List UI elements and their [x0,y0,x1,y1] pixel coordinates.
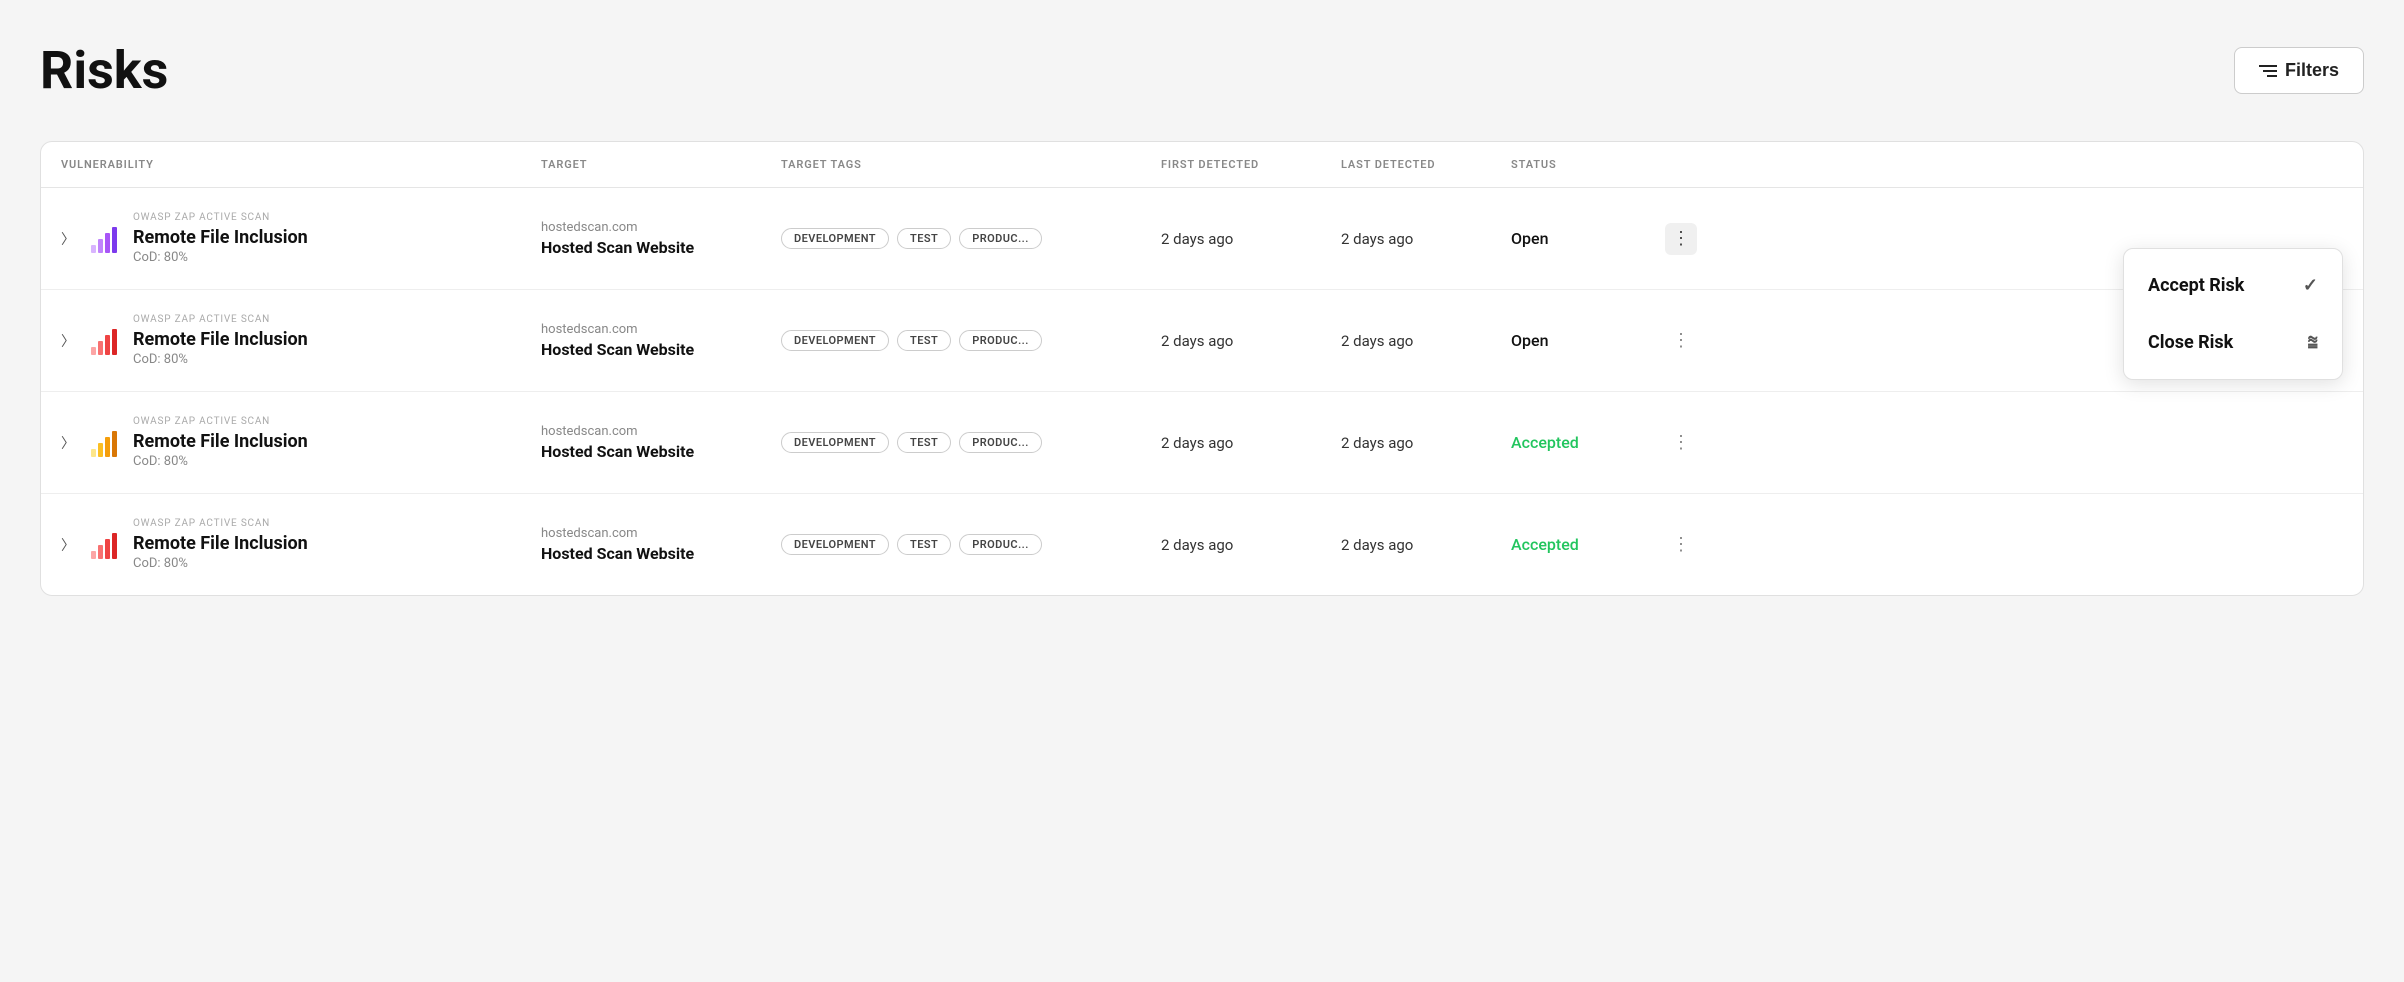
cell-vulnerability-3: 〉 OWASP ZAP ACTIVE SCAN Remote File Incl… [61,416,541,469]
severity-icon-4 [91,531,117,559]
filters-icon [2259,65,2277,77]
cell-last-detected-3: 2 days ago [1341,434,1511,452]
dropdown-menu-1: Accept Risk ✓ Close Risk ⩰ [2123,248,2343,380]
severity-icon-2 [91,327,117,355]
vuln-name-4: Remote File Inclusion [133,533,308,554]
risks-table: VULNERABILITY TARGET TARGET TAGS FIRST D… [40,141,2364,596]
tag-produc-2: PRODUC... [959,330,1042,351]
cell-status-1: Open [1511,229,1651,248]
tag-test-4: TEST [897,534,951,555]
cell-tags-4: DEVELOPMENT TEST PRODUC... [781,534,1161,555]
accept-risk-option[interactable]: Accept Risk ✓ [2124,257,2342,314]
target-domain-2: hostedscan.com [541,322,781,337]
vuln-name-1: Remote File Inclusion [133,227,308,248]
target-name-1: Hosted Scan Website [541,238,781,257]
close-risk-label: Close Risk [2148,332,2233,353]
severity-icon-3 [91,429,117,457]
filters-button[interactable]: Filters [2234,47,2364,94]
scanner-label-3: OWASP ZAP ACTIVE SCAN [133,416,308,427]
tag-development-4: DEVELOPMENT [781,534,889,555]
circle-x-icon: ⩰ [2307,332,2318,353]
target-domain-4: hostedscan.com [541,526,781,541]
tag-test-3: TEST [897,432,951,453]
tag-development-2: DEVELOPMENT [781,330,889,351]
filters-label: Filters [2285,60,2339,81]
cell-tags-3: DEVELOPMENT TEST PRODUC... [781,432,1161,453]
cell-target-4: hostedscan.com Hosted Scan Website [541,526,781,563]
tag-produc-4: PRODUC... [959,534,1042,555]
more-button-3[interactable]: ⋮ [1665,427,1697,459]
col-status: STATUS [1511,158,1651,171]
cell-vulnerability-1: 〉 OWASP ZAP ACTIVE SCAN Remote File Incl… [61,212,541,265]
page-title: Risks [40,40,168,101]
cell-status-2: Open [1511,331,1651,350]
more-button-1[interactable]: ⋮ [1665,223,1697,255]
cell-actions-1: ⋮ [1651,223,1711,255]
cell-status-3: Accepted [1511,433,1651,452]
cell-target-3: hostedscan.com Hosted Scan Website [541,424,781,461]
table-row: 〉 OWASP ZAP ACTIVE SCAN Remote File Incl… [41,494,2363,595]
cell-actions-3: ⋮ [1651,427,1711,459]
cell-tags-1: DEVELOPMENT TEST PRODUC... [781,228,1161,249]
page-header: Risks Filters [40,40,2364,101]
expand-arrow-4[interactable]: 〉 [61,535,75,555]
cell-first-detected-2: 2 days ago [1161,332,1341,350]
scanner-label-1: OWASP ZAP ACTIVE SCAN [133,212,308,223]
tag-produc-1: PRODUC... [959,228,1042,249]
col-actions [1651,158,1711,171]
cell-status-4: Accepted [1511,535,1651,554]
cell-last-detected-4: 2 days ago [1341,536,1511,554]
col-vulnerability: VULNERABILITY [61,158,541,171]
cell-first-detected-4: 2 days ago [1161,536,1341,554]
cell-last-detected-1: 2 days ago [1341,230,1511,248]
more-button-4[interactable]: ⋮ [1665,529,1697,561]
scanner-label-4: OWASP ZAP ACTIVE SCAN [133,518,308,529]
cell-vulnerability-2: 〉 OWASP ZAP ACTIVE SCAN Remote File Incl… [61,314,541,367]
cell-last-detected-2: 2 days ago [1341,332,1511,350]
tag-produc-3: PRODUC... [959,432,1042,453]
target-name-4: Hosted Scan Website [541,544,781,563]
expand-arrow-2[interactable]: 〉 [61,331,75,351]
close-risk-option[interactable]: Close Risk ⩰ [2124,314,2342,371]
cell-actions-2: ⋮ [1651,325,1711,357]
col-target-tags: TARGET TAGS [781,158,1161,171]
vuln-cod-3: CoD: 80% [133,454,308,469]
table-row: 〉 OWASP ZAP ACTIVE SCAN Remote File Incl… [41,290,2363,392]
target-name-2: Hosted Scan Website [541,340,781,359]
target-domain-1: hostedscan.com [541,220,781,235]
vuln-cod-4: CoD: 80% [133,556,308,571]
target-name-3: Hosted Scan Website [541,442,781,461]
cell-target-1: hostedscan.com Hosted Scan Website [541,220,781,257]
checkmark-icon: ✓ [2303,275,2318,296]
cell-vulnerability-4: 〉 OWASP ZAP ACTIVE SCAN Remote File Incl… [61,518,541,571]
table-row: 〉 OWASP ZAP ACTIVE SCAN Remote File Incl… [41,188,2363,290]
scanner-label-2: OWASP ZAP ACTIVE SCAN [133,314,308,325]
target-domain-3: hostedscan.com [541,424,781,439]
table-row: 〉 OWASP ZAP ACTIVE SCAN Remote File Incl… [41,392,2363,494]
cell-tags-2: DEVELOPMENT TEST PRODUC... [781,330,1161,351]
tag-test-1: TEST [897,228,951,249]
vuln-cod-1: CoD: 80% [133,250,308,265]
col-first-detected: FIRST DETECTED [1161,158,1341,171]
accept-risk-label: Accept Risk [2148,275,2244,296]
vuln-name-2: Remote File Inclusion [133,329,308,350]
cell-target-2: hostedscan.com Hosted Scan Website [541,322,781,359]
vuln-cod-2: CoD: 80% [133,352,308,367]
tag-test-2: TEST [897,330,951,351]
cell-actions-4: ⋮ [1651,529,1711,561]
cell-first-detected-1: 2 days ago [1161,230,1341,248]
col-last-detected: LAST DETECTED [1341,158,1511,171]
tag-development-3: DEVELOPMENT [781,432,889,453]
col-target: TARGET [541,158,781,171]
table-header: VULNERABILITY TARGET TARGET TAGS FIRST D… [41,142,2363,188]
tag-development-1: DEVELOPMENT [781,228,889,249]
more-button-2[interactable]: ⋮ [1665,325,1697,357]
expand-arrow-1[interactable]: 〉 [61,229,75,249]
vuln-name-3: Remote File Inclusion [133,431,308,452]
severity-icon-1 [91,225,117,253]
expand-arrow-3[interactable]: 〉 [61,433,75,453]
cell-first-detected-3: 2 days ago [1161,434,1341,452]
